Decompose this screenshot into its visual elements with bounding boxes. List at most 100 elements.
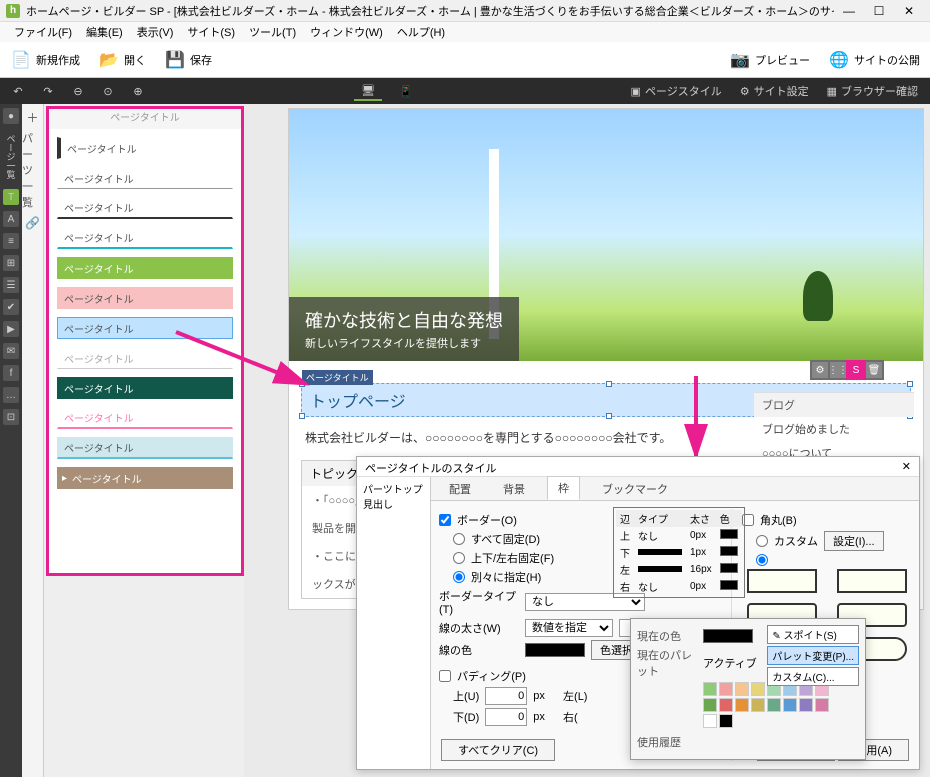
palette-swatch[interactable] [703, 714, 717, 728]
style-option-1[interactable]: ページタイトル [57, 137, 233, 159]
sel-style-icon[interactable]: S [848, 362, 864, 378]
style-option-4[interactable]: ページタイトル [57, 227, 233, 249]
palette-swatch[interactable] [799, 698, 813, 712]
round-settings-button[interactable]: 設定(I)... [824, 531, 884, 551]
palette-change-button[interactable]: パレット変更(P)... [767, 646, 859, 665]
rail-icon-9[interactable]: f [3, 365, 19, 381]
rail-icon-type[interactable]: T [3, 189, 19, 205]
zoom-reset-icon[interactable]: ⊙ [98, 81, 118, 101]
palette-swatch[interactable] [815, 698, 829, 712]
hero-image: 確かな技術と自由な発想 新しいライフスタイルを提供します [289, 109, 923, 361]
palette-swatch[interactable] [719, 698, 733, 712]
border-width-mode[interactable]: 数値を指定 [525, 619, 613, 637]
maximize-button[interactable]: ☐ [864, 3, 894, 19]
palette-swatch[interactable] [767, 698, 781, 712]
style-option-11[interactable]: ページタイトル [57, 437, 233, 459]
palette-swatch[interactable] [719, 682, 733, 696]
rail-icon-1[interactable]: ● [3, 108, 19, 124]
palette-swatch[interactable] [735, 682, 749, 696]
tab-border[interactable]: 枠 [547, 476, 580, 500]
round-preset-1[interactable] [747, 569, 817, 593]
palette-swatch[interactable] [719, 714, 733, 728]
tab-bg[interactable]: 背景 [493, 478, 535, 500]
zoom-in-icon[interactable]: ⊕ [128, 81, 148, 101]
pad-d-input[interactable] [485, 708, 527, 726]
tab-layout[interactable]: 配置 [439, 478, 481, 500]
parts-tab-label[interactable]: パーツ一覧 [22, 130, 43, 210]
custom-color-button[interactable]: カスタム(C)... [767, 667, 859, 686]
palette-swatch[interactable] [783, 698, 797, 712]
open-button[interactable]: 📂 開く [98, 49, 146, 71]
menu-view[interactable]: 表示(V) [131, 22, 180, 42]
add-icon[interactable]: ＋ [26, 110, 40, 124]
menu-help[interactable]: ヘルプ(H) [391, 22, 451, 42]
preview-button[interactable]: 📷 プレビュー [729, 49, 810, 71]
custom-round-radio[interactable] [756, 535, 768, 547]
border-tb-radio[interactable] [453, 552, 465, 564]
palette-swatch[interactable] [735, 698, 749, 712]
palette-swatch[interactable] [703, 682, 717, 696]
style-option-12[interactable]: ページタイトル [57, 467, 233, 489]
rail-icon-5[interactable]: ☰ [3, 277, 19, 293]
style-option-8[interactable]: ページタイトル [57, 347, 233, 369]
border-all-label: すべて固定(D) [471, 531, 540, 547]
style-option-3[interactable]: ページタイトル [57, 197, 233, 219]
sel-settings-icon[interactable]: ⚙ [812, 362, 828, 378]
menu-file[interactable]: ファイル(F) [8, 22, 78, 42]
link-icon[interactable]: 🔗 [26, 216, 40, 230]
new-icon: 📄 [10, 49, 32, 71]
publish-button[interactable]: 🌐 サイトの公開 [828, 49, 920, 71]
palette-swatch[interactable] [751, 682, 765, 696]
rail-icon-2[interactable]: A [3, 211, 19, 227]
sel-grid-icon[interactable]: ⋮⋮ [830, 362, 846, 378]
border-all-radio[interactable] [453, 533, 465, 545]
style-option-7-selected[interactable]: ページタイトル [57, 317, 233, 339]
border-checkbox[interactable] [439, 514, 451, 526]
tab-bookmark[interactable]: ブックマーク [592, 478, 678, 500]
border-each-radio[interactable] [453, 571, 465, 583]
hero-sub: 新しいライフスタイルを提供します [305, 335, 503, 351]
page-style-button[interactable]: ▣ページスタイル [627, 83, 726, 99]
menu-tool[interactable]: ツール(T) [243, 22, 302, 42]
rail-icon-4[interactable]: ⊞ [3, 255, 19, 271]
padding-checkbox[interactable] [439, 670, 451, 682]
rail-icon-7[interactable]: ▶ [3, 321, 19, 337]
device-desktop-tab[interactable]: 🖥 [354, 81, 382, 101]
round-preset-2[interactable] [837, 569, 907, 593]
pad-u-input[interactable] [485, 687, 527, 705]
rail-icon-6[interactable]: ✔ [3, 299, 19, 315]
main-toolbar: 📄 新規作成 📂 開く 💾 保存 📷 プレビュー 🌐 サイトの公開 [0, 42, 930, 78]
menu-window[interactable]: ウィンドウ(W) [304, 22, 389, 42]
close-button[interactable]: ✕ [894, 3, 924, 19]
style-option-2[interactable]: ページタイトル [57, 167, 233, 189]
preset-round-radio[interactable] [756, 554, 768, 566]
blog-item-1[interactable]: ブログ始めました [754, 417, 914, 441]
device-mobile-tab[interactable]: 📱 [392, 81, 420, 101]
style-option-6[interactable]: ページタイトル [57, 287, 233, 309]
sel-delete-icon[interactable]: 🗑 [866, 362, 882, 378]
zoom-out-icon[interactable]: ⊖ [68, 81, 88, 101]
dialog-left-item[interactable]: パーツトップ 見出し [357, 477, 430, 515]
style-option-5[interactable]: ページタイトル [57, 257, 233, 279]
rail-icon-8[interactable]: ✉ [3, 343, 19, 359]
clear-all-button[interactable]: すべてクリア(C) [441, 739, 555, 761]
new-button[interactable]: 📄 新規作成 [10, 49, 80, 71]
style-option-10[interactable]: ページタイトル [57, 407, 233, 429]
pages-tab-label[interactable]: ページ一覧 [5, 134, 18, 179]
eyedropper-button[interactable]: ✎ スポイト(S) [767, 625, 859, 644]
browser-check-button[interactable]: ▦ブラウザー確認 [823, 83, 922, 99]
menu-edit[interactable]: 編集(E) [80, 22, 129, 42]
undo-icon[interactable]: ↶ [8, 81, 28, 101]
dialog-close-icon[interactable]: ✕ [902, 460, 911, 473]
save-button[interactable]: 💾 保存 [164, 49, 212, 71]
redo-icon[interactable]: ↷ [38, 81, 58, 101]
rail-icon-11[interactable]: ⊡ [3, 409, 19, 425]
palette-swatch[interactable] [751, 698, 765, 712]
menu-site[interactable]: サイト(S) [181, 22, 241, 42]
rail-icon-10[interactable]: … [3, 387, 19, 403]
rail-icon-3[interactable]: ≡ [3, 233, 19, 249]
site-settings-button[interactable]: ⚙サイト設定 [736, 83, 813, 99]
palette-swatch[interactable] [703, 698, 717, 712]
minimize-button[interactable]: — [834, 3, 864, 19]
style-option-9[interactable]: ページタイトル [57, 377, 233, 399]
